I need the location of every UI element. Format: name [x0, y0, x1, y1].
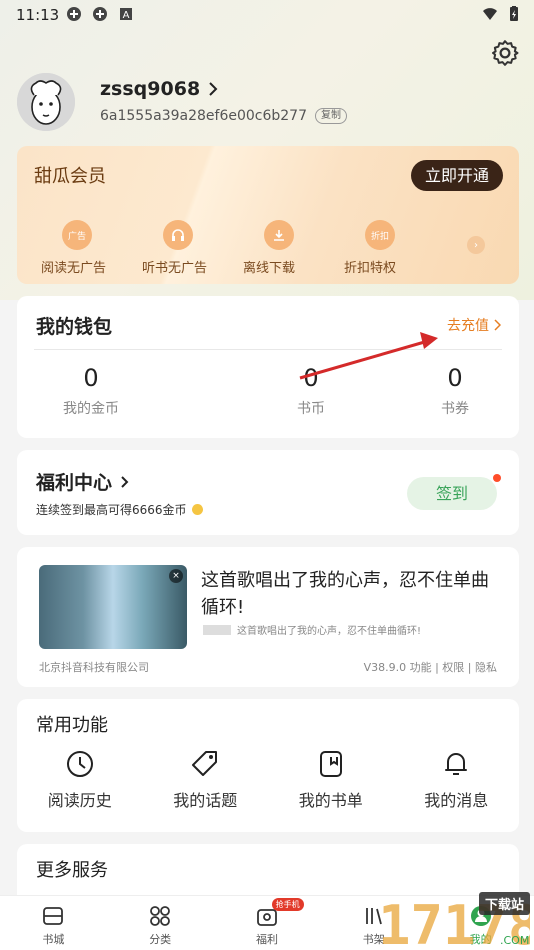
- recharge-link-text: 去充值: [447, 318, 489, 334]
- username-text: zssq9068: [100, 78, 201, 100]
- svg-text:A: A: [123, 10, 130, 21]
- stat-label: 书券: [441, 401, 469, 417]
- ad-description-row: 这首歌唱出了我的心声，忍不住单曲循环!: [203, 622, 421, 637]
- welfare-card[interactable]: 福利中心 连续签到最高可得6666金币 签到: [17, 450, 519, 535]
- category-icon: [150, 906, 171, 926]
- vip-more-arrow-icon[interactable]: ›: [467, 236, 485, 254]
- vip-open-button[interactable]: 立即开通: [410, 160, 503, 191]
- wifi-icon: [483, 8, 497, 20]
- status-time: 11:13: [16, 6, 60, 24]
- nav-label: 分类: [149, 933, 172, 946]
- wallet-stat-coins[interactable]: 0 我的金币: [31, 364, 151, 418]
- more-services-title: 更多服务: [36, 860, 108, 881]
- discount-icon: 折扣: [365, 220, 395, 250]
- bookstore-icon: [43, 907, 64, 925]
- common-functions-title: 常用功能: [36, 715, 108, 736]
- chevron-right-icon: [494, 319, 501, 331]
- func-label: 我的书单: [298, 791, 363, 810]
- booklist-icon: [319, 751, 342, 777]
- coin-icon: [191, 504, 203, 515]
- func-label: 我的话题: [173, 791, 238, 810]
- ad-meta-links[interactable]: V38.9.0 功能 | 权限 | 隐私: [364, 659, 497, 675]
- wallet-stat-book-coins[interactable]: 0 书币: [251, 364, 371, 418]
- welfare-subtitle-text: 连续签到最高可得6666金币: [36, 503, 187, 517]
- bell-icon: [445, 753, 468, 775]
- vip-benefits: 广告 阅读无广告 听书无广告 离线下载 折扣 折扣特权: [41, 220, 445, 276]
- settings-gear-icon[interactable]: [490, 38, 520, 68]
- nav-item-bookshelf[interactable]: 书架: [320, 896, 427, 950]
- welfare-title-text: 福利中心: [36, 472, 113, 494]
- vip-benefit-no-ads-reading[interactable]: 广告 阅读无广告: [41, 220, 142, 276]
- nav-badge: 抢手机: [271, 898, 304, 911]
- wallet-title: 我的钱包: [36, 316, 113, 338]
- nav-item-category[interactable]: 分类: [107, 896, 214, 950]
- app-notification-icon: [67, 7, 81, 21]
- headphones-icon: [163, 220, 193, 250]
- user-id: 6a1555a39a28ef6e00c6b277: [100, 108, 307, 124]
- ad-thumbnail[interactable]: ×: [39, 565, 187, 649]
- vip-benefit-discount[interactable]: 折扣 折扣特权: [344, 220, 445, 276]
- stat-value: 0: [303, 364, 319, 392]
- tag-icon: [192, 751, 218, 776]
- stat-label: 我的金币: [63, 401, 119, 417]
- vip-card[interactable]: 甜瓜会员 立即开通 广告 阅读无广告 听书无广告 离线下载 折扣 折扣特权 ›: [17, 146, 519, 284]
- stat-value: 0: [447, 364, 463, 392]
- wallet-stat-vouchers[interactable]: 0 书券: [395, 364, 515, 418]
- nav-label: 福利: [255, 933, 278, 946]
- user-id-row: 6a1555a39a28ef6e00c6b277 复制: [100, 108, 347, 124]
- func-label: 阅读历史: [47, 791, 112, 810]
- common-functions-row: 阅读历史 我的话题 我的书单 我的消息: [17, 749, 519, 811]
- my-booklist-button[interactable]: 我的书单: [268, 749, 394, 811]
- reading-history-button[interactable]: 阅读历史: [17, 749, 143, 811]
- vip-benefit-label: 离线下载: [243, 261, 296, 276]
- ad-company: 北京抖音科技有限公司: [39, 661, 149, 674]
- nav-item-welfare[interactable]: 福利 抢手机: [214, 896, 321, 950]
- watermark-site-label: 下载站: [478, 892, 530, 915]
- username[interactable]: zssq9068: [100, 78, 218, 100]
- copy-id-button[interactable]: 复制: [315, 108, 347, 124]
- vip-benefit-no-ads-audio[interactable]: 听书无广告: [142, 220, 243, 276]
- notification-dot: [493, 474, 501, 482]
- bottom-nav: 书城 分类 福利 抢手机 书架 我的: [0, 895, 534, 950]
- vip-title: 甜瓜会员: [34, 166, 106, 187]
- divider: [34, 349, 502, 350]
- my-messages-button[interactable]: 我的消息: [394, 749, 520, 811]
- wallet-card: 我的钱包 去充值 0 我的金币 0 书币 0 书券: [17, 296, 519, 438]
- battery-icon: [510, 6, 518, 21]
- nav-label: 书城: [42, 933, 65, 946]
- sheep-avatar-icon: [17, 73, 75, 131]
- no-ads-icon: 广告: [62, 220, 92, 250]
- welfare-subtitle: 连续签到最高可得6666金币: [36, 501, 203, 518]
- stat-label: 书币: [297, 401, 325, 417]
- chevron-right-icon: [121, 475, 129, 488]
- nav-label: 书架: [362, 933, 385, 946]
- ad-title[interactable]: 这首歌唱出了我的心声，忍不住单曲循环!: [201, 567, 501, 621]
- checkin-button[interactable]: 签到: [407, 477, 497, 510]
- avatar[interactable]: [17, 73, 75, 131]
- vip-benefit-label: 听书无广告: [142, 261, 208, 276]
- common-functions-card: 常用功能 阅读历史 我的话题 我的书单 我的消息: [17, 699, 519, 832]
- func-label: 我的消息: [424, 791, 489, 810]
- ad-card[interactable]: × 这首歌唱出了我的心声，忍不住单曲循环! 这首歌唱出了我的心声，忍不住单曲循环…: [17, 547, 519, 687]
- clock-icon: [66, 751, 93, 777]
- stat-value: 0: [83, 364, 99, 392]
- ad-tag-icon: [203, 624, 231, 635]
- close-icon[interactable]: ×: [169, 569, 183, 583]
- ad-description: 这首歌唱出了我的心声，忍不住单曲循环!: [237, 626, 422, 637]
- notification-a-icon: A: [120, 8, 132, 21]
- vip-benefit-label: 阅读无广告: [41, 261, 107, 276]
- bookshelf-icon: [365, 908, 382, 925]
- app-notification-icon-2: [93, 7, 107, 21]
- nav-label: 我的: [469, 933, 492, 946]
- chevron-right-icon: [209, 82, 218, 96]
- nav-item-bookstore[interactable]: 书城: [0, 896, 107, 950]
- recharge-link[interactable]: 去充值: [447, 315, 501, 335]
- my-topics-button[interactable]: 我的话题: [143, 749, 269, 811]
- vip-benefit-offline-download[interactable]: 离线下载: [243, 220, 344, 276]
- download-icon: [264, 220, 294, 250]
- status-bar: 11:13 A: [0, 0, 534, 30]
- vip-benefit-label: 折扣特权: [344, 261, 397, 276]
- welfare-title: 福利中心: [36, 468, 129, 495]
